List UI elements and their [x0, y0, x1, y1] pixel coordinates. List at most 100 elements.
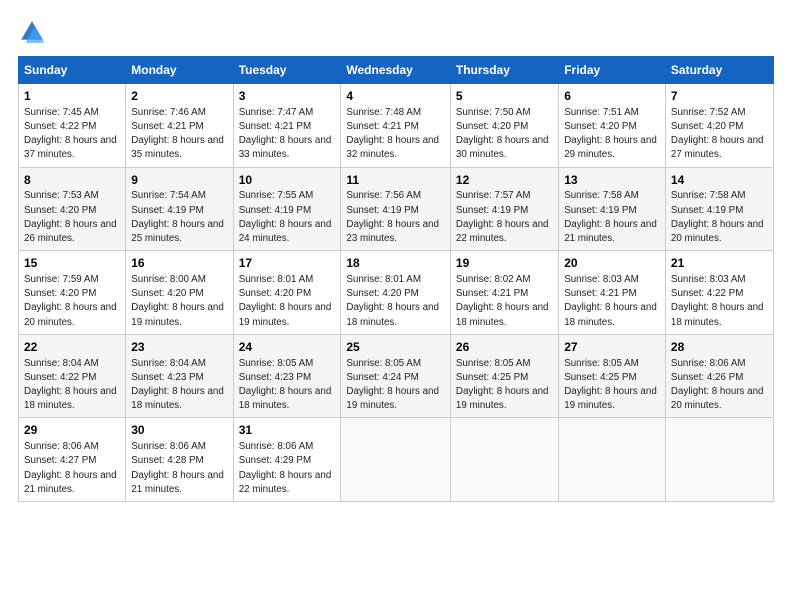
day-number: 19 — [456, 255, 553, 272]
day-info: Sunrise: 8:06 AMSunset: 4:27 PMDaylight:… — [24, 440, 120, 497]
day-cell: 30Sunrise: 8:06 AMSunset: 4:28 PMDayligh… — [126, 418, 233, 502]
day-cell: 6Sunrise: 7:51 AMSunset: 4:20 PMDaylight… — [559, 84, 666, 168]
weekday-header-sunday: Sunday — [19, 57, 126, 84]
day-info: Sunrise: 7:57 AMSunset: 4:19 PMDaylight:… — [456, 189, 553, 246]
day-number: 27 — [564, 339, 660, 356]
day-cell: 8Sunrise: 7:53 AMSunset: 4:20 PMDaylight… — [19, 167, 126, 251]
day-number: 10 — [239, 172, 336, 189]
week-row-5: 29Sunrise: 8:06 AMSunset: 4:27 PMDayligh… — [19, 418, 774, 502]
day-info: Sunrise: 8:05 AMSunset: 4:23 PMDaylight:… — [239, 357, 336, 414]
day-number: 28 — [671, 339, 768, 356]
day-cell: 7Sunrise: 7:52 AMSunset: 4:20 PMDaylight… — [665, 84, 773, 168]
day-cell: 23Sunrise: 8:04 AMSunset: 4:23 PMDayligh… — [126, 334, 233, 418]
day-number: 24 — [239, 339, 336, 356]
day-number: 3 — [239, 88, 336, 105]
day-cell: 21Sunrise: 8:03 AMSunset: 4:22 PMDayligh… — [665, 251, 773, 335]
day-info: Sunrise: 7:52 AMSunset: 4:20 PMDaylight:… — [671, 106, 768, 163]
day-info: Sunrise: 8:06 AMSunset: 4:29 PMDaylight:… — [239, 440, 336, 497]
week-row-4: 22Sunrise: 8:04 AMSunset: 4:22 PMDayligh… — [19, 334, 774, 418]
day-cell: 5Sunrise: 7:50 AMSunset: 4:20 PMDaylight… — [450, 84, 558, 168]
day-number: 5 — [456, 88, 553, 105]
day-cell: 26Sunrise: 8:05 AMSunset: 4:25 PMDayligh… — [450, 334, 558, 418]
week-row-1: 1Sunrise: 7:45 AMSunset: 4:22 PMDaylight… — [19, 84, 774, 168]
day-number: 13 — [564, 172, 660, 189]
day-number: 22 — [24, 339, 120, 356]
day-info: Sunrise: 8:05 AMSunset: 4:25 PMDaylight:… — [456, 357, 553, 414]
day-number: 8 — [24, 172, 120, 189]
day-info: Sunrise: 7:51 AMSunset: 4:20 PMDaylight:… — [564, 106, 660, 163]
day-info: Sunrise: 8:02 AMSunset: 4:21 PMDaylight:… — [456, 273, 553, 330]
day-cell — [559, 418, 666, 502]
day-number: 14 — [671, 172, 768, 189]
weekday-header-friday: Friday — [559, 57, 666, 84]
day-info: Sunrise: 7:46 AMSunset: 4:21 PMDaylight:… — [131, 106, 227, 163]
weekday-header-monday: Monday — [126, 57, 233, 84]
day-number: 18 — [346, 255, 445, 272]
day-info: Sunrise: 8:03 AMSunset: 4:21 PMDaylight:… — [564, 273, 660, 330]
weekday-header-saturday: Saturday — [665, 57, 773, 84]
day-cell: 3Sunrise: 7:47 AMSunset: 4:21 PMDaylight… — [233, 84, 341, 168]
page: SundayMondayTuesdayWednesdayThursdayFrid… — [0, 0, 792, 612]
day-number: 21 — [671, 255, 768, 272]
day-cell: 31Sunrise: 8:06 AMSunset: 4:29 PMDayligh… — [233, 418, 341, 502]
day-number: 30 — [131, 422, 227, 439]
day-number: 7 — [671, 88, 768, 105]
day-cell: 1Sunrise: 7:45 AMSunset: 4:22 PMDaylight… — [19, 84, 126, 168]
day-number: 2 — [131, 88, 227, 105]
day-info: Sunrise: 7:58 AMSunset: 4:19 PMDaylight:… — [564, 189, 660, 246]
day-info: Sunrise: 8:05 AMSunset: 4:25 PMDaylight:… — [564, 357, 660, 414]
day-info: Sunrise: 8:04 AMSunset: 4:23 PMDaylight:… — [131, 357, 227, 414]
day-info: Sunrise: 7:54 AMSunset: 4:19 PMDaylight:… — [131, 189, 227, 246]
day-number: 11 — [346, 172, 445, 189]
day-number: 16 — [131, 255, 227, 272]
day-info: Sunrise: 7:53 AMSunset: 4:20 PMDaylight:… — [24, 189, 120, 246]
day-number: 23 — [131, 339, 227, 356]
day-cell: 17Sunrise: 8:01 AMSunset: 4:20 PMDayligh… — [233, 251, 341, 335]
day-info: Sunrise: 7:59 AMSunset: 4:20 PMDaylight:… — [24, 273, 120, 330]
day-cell: 29Sunrise: 8:06 AMSunset: 4:27 PMDayligh… — [19, 418, 126, 502]
day-cell: 19Sunrise: 8:02 AMSunset: 4:21 PMDayligh… — [450, 251, 558, 335]
day-info: Sunrise: 8:05 AMSunset: 4:24 PMDaylight:… — [346, 357, 445, 414]
weekday-header-thursday: Thursday — [450, 57, 558, 84]
day-info: Sunrise: 8:00 AMSunset: 4:20 PMDaylight:… — [131, 273, 227, 330]
day-cell: 18Sunrise: 8:01 AMSunset: 4:20 PMDayligh… — [341, 251, 451, 335]
day-number: 4 — [346, 88, 445, 105]
week-row-3: 15Sunrise: 7:59 AMSunset: 4:20 PMDayligh… — [19, 251, 774, 335]
weekday-header-tuesday: Tuesday — [233, 57, 341, 84]
day-info: Sunrise: 8:03 AMSunset: 4:22 PMDaylight:… — [671, 273, 768, 330]
day-info: Sunrise: 8:01 AMSunset: 4:20 PMDaylight:… — [346, 273, 445, 330]
day-info: Sunrise: 7:50 AMSunset: 4:20 PMDaylight:… — [456, 106, 553, 163]
day-cell: 11Sunrise: 7:56 AMSunset: 4:19 PMDayligh… — [341, 167, 451, 251]
calendar-table: SundayMondayTuesdayWednesdayThursdayFrid… — [18, 56, 774, 502]
day-number: 20 — [564, 255, 660, 272]
logo-icon — [18, 18, 46, 46]
day-cell: 24Sunrise: 8:05 AMSunset: 4:23 PMDayligh… — [233, 334, 341, 418]
day-cell — [450, 418, 558, 502]
day-info: Sunrise: 7:56 AMSunset: 4:19 PMDaylight:… — [346, 189, 445, 246]
day-number: 12 — [456, 172, 553, 189]
day-info: Sunrise: 8:06 AMSunset: 4:26 PMDaylight:… — [671, 357, 768, 414]
weekday-header-wednesday: Wednesday — [341, 57, 451, 84]
week-row-2: 8Sunrise: 7:53 AMSunset: 4:20 PMDaylight… — [19, 167, 774, 251]
day-number: 26 — [456, 339, 553, 356]
day-cell: 14Sunrise: 7:58 AMSunset: 4:19 PMDayligh… — [665, 167, 773, 251]
day-cell: 22Sunrise: 8:04 AMSunset: 4:22 PMDayligh… — [19, 334, 126, 418]
logo — [18, 18, 52, 46]
day-info: Sunrise: 7:45 AMSunset: 4:22 PMDaylight:… — [24, 106, 120, 163]
day-cell: 15Sunrise: 7:59 AMSunset: 4:20 PMDayligh… — [19, 251, 126, 335]
day-info: Sunrise: 8:01 AMSunset: 4:20 PMDaylight:… — [239, 273, 336, 330]
day-info: Sunrise: 7:55 AMSunset: 4:19 PMDaylight:… — [239, 189, 336, 246]
day-number: 6 — [564, 88, 660, 105]
day-number: 31 — [239, 422, 336, 439]
weekday-header-row: SundayMondayTuesdayWednesdayThursdayFrid… — [19, 57, 774, 84]
day-cell: 16Sunrise: 8:00 AMSunset: 4:20 PMDayligh… — [126, 251, 233, 335]
day-cell: 2Sunrise: 7:46 AMSunset: 4:21 PMDaylight… — [126, 84, 233, 168]
day-cell: 28Sunrise: 8:06 AMSunset: 4:26 PMDayligh… — [665, 334, 773, 418]
day-cell: 12Sunrise: 7:57 AMSunset: 4:19 PMDayligh… — [450, 167, 558, 251]
day-cell: 25Sunrise: 8:05 AMSunset: 4:24 PMDayligh… — [341, 334, 451, 418]
day-cell — [341, 418, 451, 502]
day-cell: 13Sunrise: 7:58 AMSunset: 4:19 PMDayligh… — [559, 167, 666, 251]
day-number: 17 — [239, 255, 336, 272]
day-cell — [665, 418, 773, 502]
day-cell: 4Sunrise: 7:48 AMSunset: 4:21 PMDaylight… — [341, 84, 451, 168]
